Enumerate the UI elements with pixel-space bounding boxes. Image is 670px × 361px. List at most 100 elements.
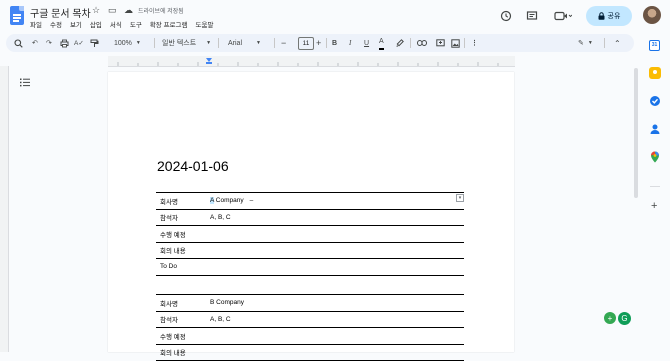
outline-icon[interactable] (20, 78, 30, 90)
paint-format-icon[interactable] (90, 34, 99, 52)
menu-view[interactable]: 보기 (70, 19, 82, 29)
cell-value[interactable]: A, B, C (206, 208, 464, 226)
menu-edit[interactable]: 수정 (50, 19, 62, 29)
cell-label[interactable]: 회사명 (156, 294, 206, 311)
menu-file[interactable]: 파일 (30, 19, 42, 29)
chevron-down-icon: ▼ (206, 40, 212, 46)
cell-value[interactable] (206, 327, 464, 344)
lock-icon (598, 12, 605, 20)
table-row: 참석자 A, B, C (156, 310, 464, 328)
menu-extensions[interactable]: 확장 프로그램 (150, 19, 188, 29)
share-label: 공유 (607, 13, 621, 20)
add-comment-icon[interactable] (436, 34, 445, 52)
highlight-icon[interactable] (396, 34, 404, 52)
share-button[interactable]: 공유 (586, 6, 632, 26)
menu-insert[interactable]: 삽입 (90, 19, 102, 29)
doc-date-heading[interactable]: 2024-01-06 (157, 158, 229, 174)
cell-value[interactable] (206, 343, 464, 361)
cell-label[interactable]: 참석자 (156, 310, 206, 328)
zoom-select[interactable]: 100% ▼ (114, 34, 141, 52)
avatar[interactable] (643, 6, 661, 24)
cell-value[interactable]: B Company (206, 294, 464, 311)
vertical-ruler[interactable] (0, 66, 9, 352)
italic-button[interactable]: I (349, 34, 351, 52)
comment-icon[interactable] (524, 8, 540, 24)
editing-mode-icon[interactable]: ✎ ▼ (578, 34, 593, 52)
cell-label[interactable]: 수행 예정 (156, 225, 206, 242)
font-select[interactable]: Arial ▼ (228, 34, 261, 52)
cell-value[interactable]: A, B, C (206, 310, 464, 328)
style-value: 일반 텍스트 (162, 40, 197, 47)
cell-label[interactable]: 회의 내용 (156, 241, 206, 259)
grammarly-icon[interactable]: G (618, 312, 631, 325)
menu-bar: 파일 수정 보기 삽입 서식 도구 확장 프로그램 도움말 (30, 19, 213, 29)
image-icon[interactable] (451, 34, 460, 52)
vertical-scrollbar[interactable] (634, 68, 638, 198)
divider (464, 38, 465, 48)
redo-icon[interactable]: ↷ (46, 34, 52, 52)
divider (218, 38, 219, 48)
menu-help[interactable]: 도움말 (196, 19, 214, 29)
cell-label[interactable]: 회사명 (156, 192, 206, 209)
maps-icon[interactable] (649, 150, 661, 163)
text-color-button[interactable]: A (379, 34, 384, 50)
undo-icon[interactable]: ↶ (32, 34, 38, 52)
save-status: 드라이브에 저장됨 (138, 9, 184, 15)
cell-label[interactable]: 수행 예정 (156, 327, 206, 344)
history-icon[interactable] (498, 8, 514, 24)
doc-title[interactable]: 구글 문서 목차 (30, 5, 91, 20)
chevron-down-icon: ▼ (135, 40, 141, 46)
table-row: 회사명 B Company (156, 294, 464, 311)
more-options-icon[interactable]: ⋮ (471, 34, 478, 52)
cell-value[interactable] (206, 241, 464, 259)
chevron-down-icon: ▼ (256, 40, 261, 46)
collapse-menu-icon[interactable]: ⌃ (614, 34, 621, 52)
cloud-icon[interactable]: ☁ (124, 5, 133, 16)
divider (274, 38, 275, 48)
table-row: To Do (156, 258, 464, 276)
meet-icon[interactable] (552, 8, 574, 24)
menu-format[interactable]: 서식 (110, 19, 122, 29)
table-row: 회사명 A Company – (156, 192, 464, 209)
app-header: 구글 문서 목차 ☆ ▭ ☁ 드라이브에 저장됨 파일 수정 보기 삽입 서식 … (0, 0, 670, 34)
meeting-table-1[interactable]: 회사명 A Company – 참석자 A, B, C 수행 예정 회의 내용 T… (156, 192, 464, 276)
divider (326, 38, 327, 48)
explore-icon[interactable]: + (604, 312, 616, 324)
star-icon[interactable]: ☆ (92, 5, 100, 16)
add-addon-icon[interactable]: + (651, 200, 657, 212)
print-icon[interactable] (60, 34, 69, 52)
spellcheck-icon[interactable]: A✓ (74, 34, 84, 52)
cell-value[interactable]: A Company – (206, 192, 464, 209)
tasks-icon[interactable] (649, 94, 661, 106)
company-name: Company (213, 197, 244, 205)
contacts-icon[interactable] (649, 122, 661, 134)
cell-value[interactable] (206, 258, 464, 276)
style-select[interactable]: 일반 텍스트 ▼ (162, 34, 211, 52)
divider (154, 38, 155, 48)
underline-button[interactable]: U (364, 34, 369, 52)
table-row: 수행 예정 (156, 327, 464, 344)
cell-label[interactable]: 참석자 (156, 208, 206, 226)
table-row: 수행 예정 (156, 225, 464, 242)
docs-logo-icon[interactable] (10, 6, 24, 25)
link-icon[interactable] (417, 34, 427, 52)
folder-icon[interactable]: ▭ (108, 5, 117, 16)
horizontal-ruler[interactable] (108, 56, 515, 67)
table-row: 참석자 A, B, C (156, 208, 464, 226)
cell-label[interactable]: To Do (156, 258, 206, 276)
calendar-icon[interactable]: 31 (649, 40, 660, 51)
side-panel: 31 + (640, 34, 670, 352)
cell-label[interactable]: 회의 내용 (156, 343, 206, 361)
cursor: – (249, 197, 254, 205)
increase-font-size-button[interactable]: + (316, 34, 321, 52)
toolbar: ↶ ↷ A✓ 100% ▼ 일반 텍스트 ▼ Arial ▼ − 11 + B … (6, 34, 634, 52)
table-options-chevron-icon[interactable]: ▾ (456, 194, 464, 202)
cell-value[interactable] (206, 225, 464, 242)
search-menu-icon[interactable] (14, 34, 23, 52)
bold-button[interactable]: B (332, 34, 337, 52)
font-size-input[interactable]: 11 (298, 37, 314, 50)
menu-tools[interactable]: 도구 (130, 19, 142, 29)
meeting-table-2[interactable]: 회사명 B Company 참석자 A, B, C 수행 예정 회의 내용 (156, 294, 464, 361)
keep-icon[interactable] (649, 67, 661, 79)
decrease-font-size-button[interactable]: − (281, 34, 286, 52)
